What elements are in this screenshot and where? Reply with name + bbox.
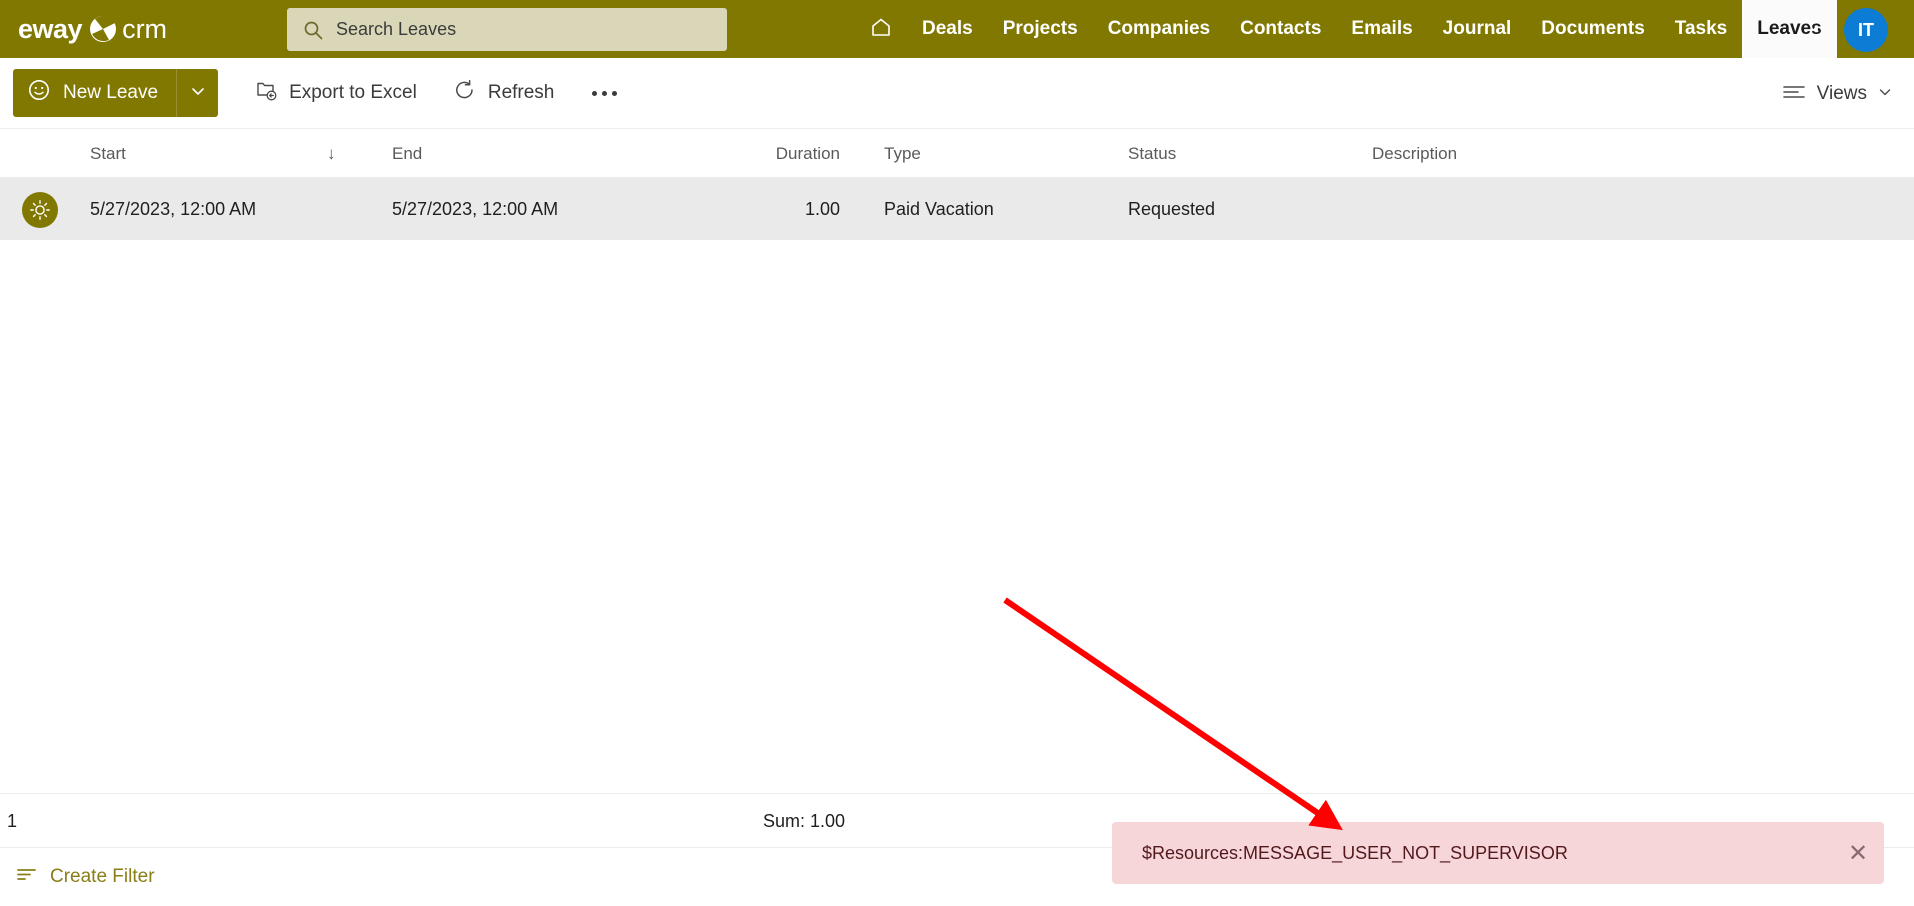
top-navigation-bar: eway crm Search Leaves Deals Projects Co… <box>0 0 1914 58</box>
column-label: Type <box>884 144 921 163</box>
nav-item-deals[interactable]: Deals <box>907 0 988 58</box>
refresh-label: Refresh <box>487 82 555 103</box>
nav-label: Documents <box>1541 18 1645 39</box>
eway-crm-logo[interactable]: eway crm <box>18 0 167 58</box>
sort-arrow-icon: ↓ <box>327 144 336 163</box>
nav-item-contacts[interactable]: Contacts <box>1225 0 1336 58</box>
smiley-face-icon <box>27 78 51 108</box>
column-header-description[interactable]: Description <box>1372 130 1457 178</box>
avatar-initials: IT <box>1858 19 1874 40</box>
nav-item-emails[interactable]: Emails <box>1336 0 1427 58</box>
cell-status: Requested <box>1128 198 1216 219</box>
nav-item-journal[interactable]: Journal <box>1428 0 1527 58</box>
nav-label: Deals <box>922 18 973 39</box>
close-icon[interactable]: ✕ <box>1832 822 1884 884</box>
column-header-start[interactable]: Start <box>90 130 126 178</box>
duration-sum: Sum: 1.00 <box>763 811 846 831</box>
chevron-down-icon <box>190 83 206 104</box>
views-list-icon <box>1782 81 1806 107</box>
app-window: eway crm Search Leaves Deals Projects Co… <box>0 0 1914 906</box>
chevron-down-icon <box>1878 83 1892 105</box>
nav-links: Deals Projects Companies Contacts Emails… <box>855 0 1837 58</box>
column-header-end[interactable]: End <box>392 130 422 178</box>
new-leave-dropdown-button[interactable] <box>176 69 219 117</box>
search-icon <box>303 20 323 40</box>
export-excel-icon <box>254 78 278 108</box>
eway-logo-mark-icon <box>89 15 117 43</box>
ellipsis-icon[interactable] <box>592 69 618 117</box>
logo-text-crm: crm <box>122 13 168 44</box>
nav-label: Emails <box>1351 18 1413 39</box>
command-toolbar: New Leave Export to Excel Refresh Views <box>0 58 1914 129</box>
sort-indicator-start[interactable]: ↓ <box>327 130 336 178</box>
table-row[interactable]: 5/27/2023, 12:00 AM 5/27/2023, 12:00 AM … <box>0 178 1914 240</box>
new-leave-button-group: New Leave <box>13 69 219 117</box>
search-placeholder: Search Leaves <box>336 19 457 39</box>
new-leave-button[interactable]: New Leave <box>13 69 177 117</box>
home-icon <box>869 15 893 44</box>
cell-type: Paid Vacation <box>884 198 994 219</box>
record-count: 1 <box>7 811 18 831</box>
nav-label: Tasks <box>1674 18 1728 39</box>
nav-item-documents[interactable]: Documents <box>1526 0 1659 58</box>
column-label: Description <box>1372 144 1458 163</box>
nav-label: Companies <box>1107 18 1211 39</box>
export-to-excel-button[interactable]: Export to Excel <box>254 69 417 117</box>
refresh-button[interactable]: Refresh <box>453 69 555 117</box>
column-label: End <box>392 144 423 163</box>
refresh-icon <box>453 78 477 108</box>
views-button[interactable]: Views <box>1782 70 1892 118</box>
nav-label: Journal <box>1442 18 1512 39</box>
cell-end: 5/27/2023, 12:00 AM <box>392 198 559 219</box>
column-label: Start <box>90 144 126 163</box>
nav-label: Projects <box>1002 18 1078 39</box>
search-input[interactable]: Search Leaves <box>287 8 727 51</box>
logo-text-eway: eway <box>18 13 83 44</box>
avatar[interactable]: IT <box>1844 8 1888 52</box>
toast-message: $Resources:MESSAGE_USER_NOT_SUPERVISOR <box>1142 842 1568 863</box>
table-header: Start ↓ End Duration Type Status Descrip… <box>0 130 1914 178</box>
new-leave-label: New Leave <box>63 82 159 103</box>
nav-item-projects[interactable]: Projects <box>988 0 1093 58</box>
column-header-type[interactable]: Type <box>884 130 921 178</box>
cell-duration: 1.00 <box>804 198 840 219</box>
nav-home-button[interactable] <box>855 0 907 58</box>
create-filter-label: Create Filter <box>50 866 155 887</box>
export-label: Export to Excel <box>289 82 417 103</box>
kebab-menu-icon[interactable] <box>1800 0 1832 58</box>
column-header-duration[interactable]: Duration <box>640 130 840 178</box>
error-toast: $Resources:MESSAGE_USER_NOT_SUPERVISOR ✕ <box>1112 822 1884 884</box>
nav-label: Contacts <box>1240 18 1322 39</box>
column-header-status[interactable]: Status <box>1128 130 1176 178</box>
views-label: Views <box>1816 83 1867 104</box>
sun-icon <box>22 192 58 228</box>
nav-item-companies[interactable]: Companies <box>1093 0 1225 58</box>
column-label: Duration <box>775 144 840 163</box>
filter-icon <box>16 865 38 889</box>
nav-item-tasks[interactable]: Tasks <box>1660 0 1742 58</box>
create-filter-button[interactable]: Create Filter <box>16 848 155 906</box>
column-label: Status <box>1128 144 1177 163</box>
cell-start: 5/27/2023, 12:00 AM <box>90 198 257 219</box>
